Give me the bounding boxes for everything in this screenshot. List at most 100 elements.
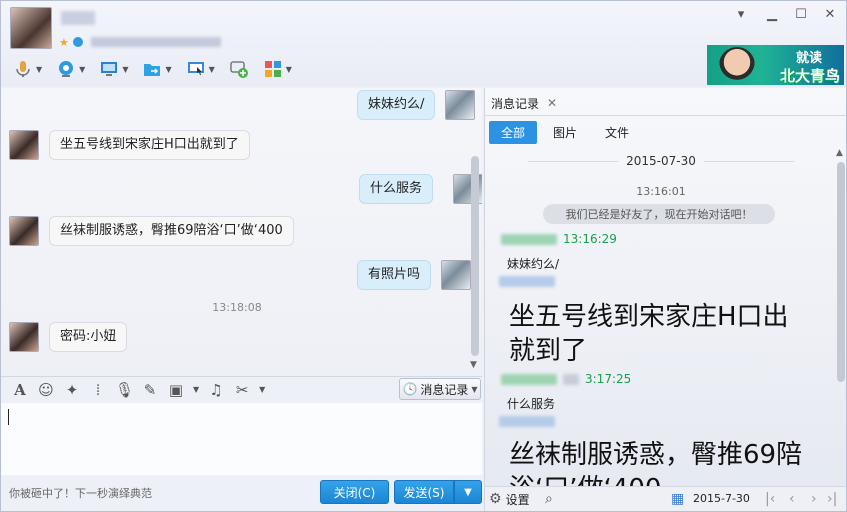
screen-share-button[interactable]: ▼ — [95, 56, 132, 82]
message-input[interactable] — [1, 403, 482, 475]
chevron-down-icon[interactable]: ▼ — [36, 65, 42, 74]
apps-button[interactable]: ▼ — [259, 56, 296, 82]
image-icon[interactable]: ▣ — [167, 381, 185, 399]
search-icon[interactable]: ⌕ — [545, 491, 553, 507]
microphone-icon — [16, 61, 30, 77]
chevron-down-icon[interactable]: ▼ — [286, 65, 292, 74]
contact-name[interactable] — [61, 11, 95, 25]
doodle-icon[interactable]: ✎ — [141, 381, 159, 399]
footer-date[interactable]: 2015-7-30 — [693, 492, 750, 505]
filter-all[interactable]: 全部 — [489, 121, 538, 144]
chevron-down-icon[interactable]: ▼ — [209, 65, 215, 74]
menu-icon[interactable]: ▾ — [732, 7, 750, 22]
filter-images[interactable]: 图片 — [541, 121, 589, 144]
send-options-dropdown[interactable]: ▼ — [454, 480, 482, 504]
chevron-down-icon[interactable]: ▼ — [165, 65, 171, 74]
new-discussion-button[interactable] — [225, 56, 253, 82]
history-scrollbar[interactable] — [837, 162, 845, 382]
scroll-down-icon[interactable]: ▼ — [470, 360, 477, 370]
close-icon[interactable]: ✕ — [821, 7, 839, 22]
contact-avatar-small[interactable] — [9, 130, 39, 160]
tip-text[interactable]: 你被砸中了！下一秒演绎典范 — [9, 485, 152, 501]
system-time: 13:16:01 — [636, 185, 686, 198]
message-history-button[interactable]: 🕓 消息记录 ▼ — [399, 378, 481, 400]
maximize-icon[interactable]: ☐ — [792, 7, 810, 22]
next-page-icon[interactable]: › — [811, 491, 817, 507]
remote-assist-button[interactable]: ▼ — [182, 56, 219, 82]
history-message-large[interactable]: 坐五号线到宋家庄H口出就到了 — [509, 300, 809, 368]
divider — [485, 115, 846, 116]
settings-button[interactable]: ⚙ 设置 — [489, 491, 530, 508]
signature-row: ★ — [59, 35, 221, 49]
system-notice: 我们已经是好友了，现在开始对话吧！ — [543, 204, 775, 224]
clock-icon: 🕓 — [402, 382, 418, 396]
advertisement-banner[interactable]: 就读 北大青鸟 — [707, 45, 844, 85]
contact-avatar-small[interactable] — [9, 216, 39, 246]
contact-avatar[interactable] — [10, 7, 52, 49]
remote-assist-icon — [187, 62, 204, 75]
history-tab-label: 消息记录 — [491, 96, 540, 111]
emoji-icon[interactable]: ☺ — [37, 381, 55, 399]
message-outgoing: 什么服务 — [357, 174, 482, 204]
shake-window-icon[interactable]: ⦙ — [89, 381, 107, 399]
filter-files[interactable]: 文件 — [593, 121, 641, 144]
calendar-icon[interactable]: ▦ — [671, 491, 684, 507]
prev-page-icon[interactable]: ‹ — [789, 491, 795, 507]
minimize-icon[interactable]: ▁ — [763, 7, 781, 22]
add-chat-icon — [230, 61, 248, 78]
voice-message-icon[interactable]: 🎙 — [115, 381, 134, 399]
history-time: 13:16:29 — [563, 232, 617, 246]
magic-wand-icon[interactable]: ✦ — [63, 381, 81, 399]
first-page-icon[interactable]: |‹ — [765, 491, 775, 507]
close-button[interactable]: 关闭(C) — [320, 480, 389, 504]
chevron-down-icon[interactable]: ▼ — [79, 65, 85, 74]
message-incoming: 丝袜制服诱惑，臀推69陪浴‘口’做‘400 — [9, 216, 294, 246]
scroll-up-icon[interactable]: ▲ — [836, 148, 843, 158]
send-button[interactable]: 发送(S) — [394, 480, 454, 504]
signature-text — [90, 37, 221, 47]
last-page-icon[interactable]: ›| — [827, 491, 837, 507]
chat-messages-area[interactable]: 妹妹约么/ 坐五号线到宋家庄H口出就到了 什么服务 丝袜制服诱惑，臀推69陪浴‘… — [1, 88, 482, 374]
message-bubble[interactable]: 密码:小妞 — [49, 322, 128, 352]
chat-timestamp: 13:18:08 — [212, 301, 262, 314]
ad-line-1: 就读 — [795, 51, 822, 66]
qzone-icon[interactable] — [72, 37, 83, 47]
history-message[interactable]: 妹妹约么/ — [507, 255, 559, 272]
message-bubble[interactable]: 坐五号线到宋家庄H口出就到了 — [49, 130, 250, 160]
message-outgoing: 妹妹约么/ — [357, 90, 476, 120]
file-transfer-button[interactable]: ▼ — [138, 56, 175, 82]
chevron-down-icon[interactable]: ▼ — [122, 65, 128, 74]
message-bubble[interactable]: 妹妹约么/ — [357, 90, 436, 120]
music-icon[interactable]: ♫ — [207, 381, 225, 399]
sender-name-blurred — [563, 373, 579, 385]
video-call-button[interactable]: ▼ — [52, 56, 89, 82]
history-entry-header: 13:16:29 — [501, 232, 617, 246]
apps-icon — [264, 61, 281, 77]
message-bubble[interactable]: 什么服务 — [359, 174, 434, 204]
sender-name-blurred — [501, 373, 557, 385]
chevron-down-icon[interactable]: ▼ — [259, 385, 265, 394]
gear-icon: ⚙ — [489, 491, 502, 507]
history-filters: 全部 图片 文件 — [489, 121, 641, 144]
contact-avatar-small[interactable] — [9, 322, 39, 352]
message-bubble[interactable]: 丝袜制服诱惑，臀推69陪浴‘口’做‘400 — [49, 216, 294, 246]
history-entry-header: 3:17:25 — [501, 372, 631, 386]
history-message[interactable]: 什么服务 — [507, 395, 555, 412]
chat-scrollbar[interactable] — [471, 156, 479, 356]
chevron-down-icon[interactable]: ▼ — [193, 385, 199, 394]
history-entry-header — [499, 416, 555, 427]
history-tab[interactable]: 消息记录 ✕ — [491, 92, 557, 114]
font-icon[interactable]: A — [11, 381, 29, 399]
message-outgoing: 有照片吗 — [357, 260, 472, 290]
webcam-icon — [59, 61, 74, 77]
screenshot-scissors-icon[interactable]: ✂ — [233, 381, 251, 399]
message-bubble[interactable]: 有照片吗 — [357, 260, 432, 290]
my-avatar[interactable] — [441, 260, 472, 290]
voice-call-button[interactable]: ▼ — [9, 56, 46, 82]
chat-window: ★ ▾ ▁ ☐ ✕ ▼ ▼ ▼ ▼ ▼ ▼ 就读 北大青鸟 妹妹约么/ 坐五号线… — [0, 0, 847, 512]
header: ★ ▾ ▁ ☐ ✕ ▼ ▼ ▼ ▼ ▼ ▼ 就读 北大青鸟 — [1, 1, 846, 87]
my-avatar[interactable] — [445, 90, 476, 120]
chevron-down-icon: ▼ — [464, 486, 472, 498]
close-tab-icon[interactable]: ✕ — [547, 96, 557, 110]
text-cursor — [8, 409, 9, 425]
